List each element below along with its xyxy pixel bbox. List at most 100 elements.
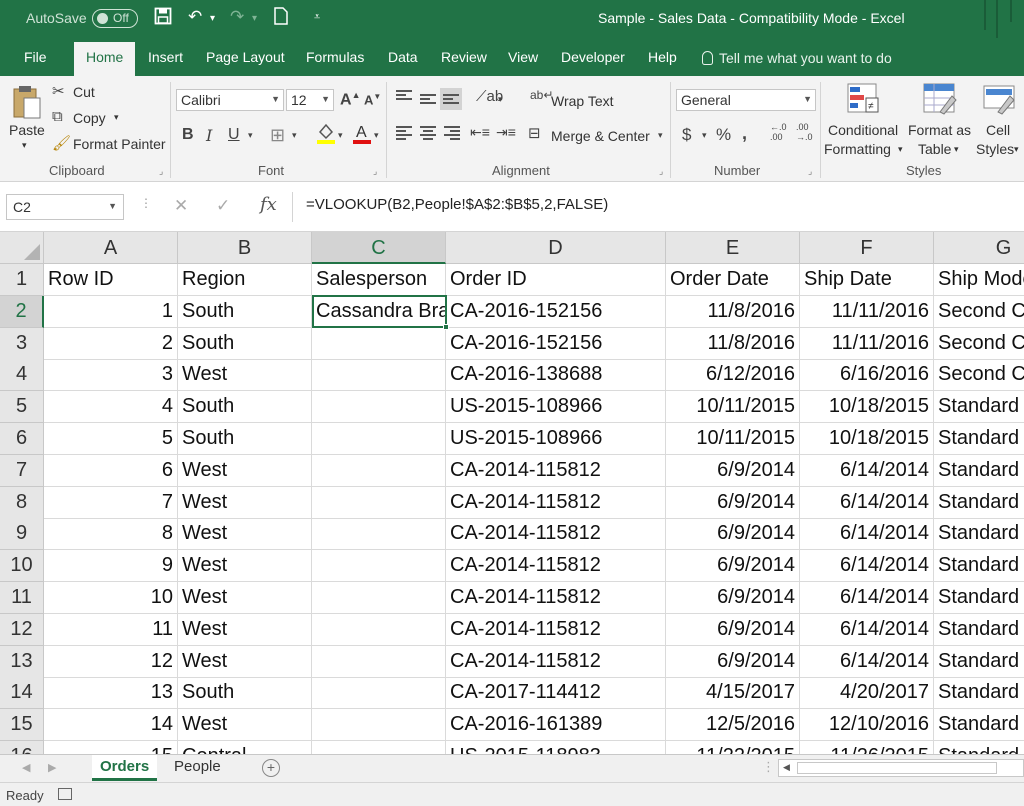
cell[interactable]: Region (178, 264, 312, 296)
horizontal-scrollbar[interactable]: ◀ (778, 759, 1024, 777)
cell[interactable]: 11/8/2016 (666, 295, 800, 328)
cell[interactable] (312, 677, 446, 710)
cell[interactable]: 6/14/2014 (800, 582, 934, 614)
row-header[interactable]: 15 (0, 709, 44, 742)
insert-function-icon[interactable]: fx (260, 194, 277, 215)
cell[interactable] (312, 645, 446, 678)
cell[interactable] (312, 709, 446, 742)
tab-data[interactable]: Data (388, 49, 418, 65)
tab-file[interactable]: File (24, 49, 47, 65)
cell[interactable]: 14 (44, 709, 178, 742)
row-header[interactable]: 7 (0, 454, 44, 487)
merge-dropdown-icon[interactable]: ▾ (658, 130, 663, 141)
cell[interactable] (312, 613, 446, 646)
bold-icon[interactable]: B (182, 126, 194, 144)
cell[interactable]: CA-2014-115812 (446, 518, 666, 551)
cell[interactable]: 13 (44, 677, 178, 710)
align-left-icon[interactable] (396, 126, 412, 140)
wrap-text-button[interactable]: Wrap Text (551, 93, 614, 109)
cell[interactable]: Second Class (934, 359, 1024, 392)
cell[interactable]: Central (178, 741, 312, 754)
align-center-icon[interactable] (420, 126, 436, 140)
cancel-entry-icon[interactable]: ✕ (174, 196, 188, 216)
cell[interactable]: 12/5/2016 (666, 709, 800, 742)
cell[interactable]: 6/9/2014 (666, 454, 800, 487)
decrease-font-icon[interactable]: A▼ (364, 92, 381, 107)
formula-input[interactable]: =VLOOKUP(B2,People!$A$2:$B$5,2,FALSE) (306, 196, 608, 213)
format-table-dropdown-icon[interactable]: ▾ (954, 144, 959, 155)
column-header-b[interactable]: B (178, 232, 312, 264)
cell[interactable]: US-2015-108966 (446, 391, 666, 424)
increase-decimal-icon[interactable]: ←.0.00 (770, 122, 787, 142)
cell[interactable]: South (178, 423, 312, 455)
cell[interactable]: West (178, 486, 312, 519)
tab-page-layout[interactable]: Page Layout (206, 49, 285, 65)
name-box[interactable]: C2 ▼ (6, 194, 124, 220)
fill-color-icon[interactable] (316, 122, 336, 148)
cell[interactable]: 6/9/2014 (666, 486, 800, 519)
cell[interactable] (312, 550, 446, 583)
cell-styles-line1[interactable]: Cell (986, 122, 1010, 138)
cell[interactable]: 6/9/2014 (666, 613, 800, 646)
confirm-entry-icon[interactable]: ✓ (216, 196, 230, 216)
cell[interactable] (312, 359, 446, 392)
cell[interactable]: Standard Class (934, 455, 1024, 487)
number-format-select[interactable]: General ▼ (676, 89, 816, 111)
cell[interactable]: 15 (44, 741, 178, 754)
new-file-icon[interactable] (274, 7, 288, 30)
cell-styles-dropdown-icon[interactable]: ▾ (1014, 144, 1019, 155)
format-as-table-line1[interactable]: Format as (908, 122, 971, 138)
format-as-table-icon[interactable] (922, 82, 958, 116)
comma-style-icon[interactable]: , (742, 123, 747, 144)
cell[interactable]: 12/10/2016 (800, 709, 934, 742)
tab-view[interactable]: View (508, 49, 538, 65)
row-header[interactable]: 12 (0, 613, 44, 646)
borders-icon[interactable]: ⊞ (270, 125, 285, 146)
cell[interactable]: Standard Class (934, 646, 1024, 678)
align-right-icon[interactable] (444, 126, 460, 140)
increase-indent-icon[interactable]: ⇥≡ (496, 124, 516, 141)
row-header[interactable]: 14 (0, 677, 44, 710)
cell[interactable]: CA-2016-152156 (446, 295, 666, 328)
column-header-g[interactable]: G (934, 232, 1024, 264)
cell[interactable]: 11/11/2016 (800, 295, 934, 328)
increase-font-icon[interactable]: A▲ (340, 90, 360, 109)
tab-formulas[interactable]: Formulas (306, 49, 364, 65)
cell[interactable]: West (178, 454, 312, 487)
column-header-e[interactable]: E (666, 232, 800, 264)
cell[interactable]: West (178, 709, 312, 742)
decrease-decimal-icon[interactable]: .00 →.0 (796, 122, 813, 142)
cell[interactable]: 6/16/2016 (800, 359, 934, 392)
italic-icon[interactable]: I (206, 126, 212, 145)
cell[interactable]: Standard Class (934, 550, 1024, 583)
format-as-table-line2[interactable]: Table (918, 141, 951, 157)
conditional-formatting-line2[interactable]: Formatting (824, 141, 891, 157)
cell[interactable]: Order Date (666, 264, 800, 296)
cell[interactable]: 6 (44, 454, 178, 487)
cell[interactable]: 6/14/2014 (800, 645, 934, 678)
cell[interactable]: 9 (44, 550, 178, 583)
wrap-text-icon[interactable]: ab↵ (530, 88, 553, 102)
cell[interactable]: 4 (44, 391, 178, 424)
cell[interactable]: US-2015-108966 (446, 423, 666, 455)
cell[interactable]: 3 (44, 359, 178, 392)
cell[interactable]: 6/14/2014 (800, 550, 934, 583)
cell[interactable] (312, 486, 446, 519)
cell[interactable]: CA-2014-115812 (446, 645, 666, 678)
column-header-c[interactable]: C (312, 232, 446, 264)
paste-button[interactable]: Paste (9, 122, 45, 138)
cell[interactable]: Standard Class (934, 391, 1024, 424)
row-header[interactable]: 13 (0, 645, 44, 678)
tab-insert[interactable]: Insert (148, 49, 183, 65)
cell[interactable]: West (178, 550, 312, 583)
cell-styles-icon[interactable] (982, 82, 1018, 116)
next-sheet-icon[interactable]: ▶ (48, 761, 56, 774)
cell[interactable]: Standard Class (934, 582, 1024, 614)
cell[interactable]: 6/9/2014 (666, 645, 800, 678)
cell[interactable]: South (178, 327, 312, 360)
cell[interactable] (312, 582, 446, 614)
scrollbar-thumb[interactable] (797, 762, 997, 774)
cell[interactable]: 11/26/2015 (800, 741, 934, 754)
top-align-icon[interactable] (396, 90, 412, 104)
sheet-tab-orders[interactable]: Orders (92, 755, 158, 781)
